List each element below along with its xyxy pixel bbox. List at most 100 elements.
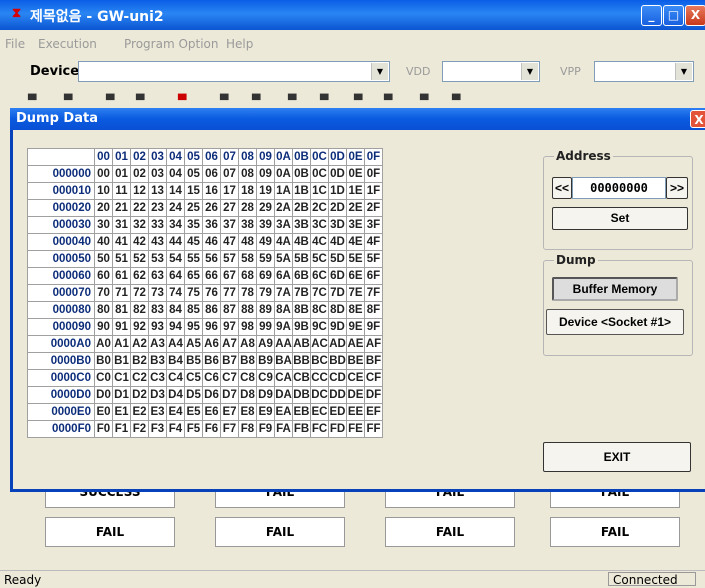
hex-cell[interactable]: D8 <box>238 386 257 404</box>
hex-cell[interactable]: 46 <box>202 233 221 251</box>
hex-cell[interactable]: BE <box>346 352 365 370</box>
hex-cell[interactable]: DB <box>292 386 311 404</box>
hex-cell[interactable]: 21 <box>112 199 131 217</box>
hex-cell[interactable]: 1C <box>310 182 329 200</box>
hex-cell[interactable]: 4A <box>274 233 293 251</box>
hex-cell[interactable]: A4 <box>166 335 185 353</box>
hex-cell[interactable]: EE <box>346 403 365 421</box>
hex-cell[interactable]: B5 <box>184 352 203 370</box>
hex-cell[interactable]: F6 <box>202 420 221 438</box>
hex-cell[interactable]: CC <box>310 369 329 387</box>
vpp-select[interactable]: ▼ <box>594 61 694 82</box>
hex-cell[interactable]: 6D <box>328 267 347 285</box>
hex-cell[interactable]: 3F <box>364 216 383 234</box>
hex-cell[interactable]: 2F <box>364 199 383 217</box>
hex-cell[interactable]: 6A <box>274 267 293 285</box>
hex-cell[interactable]: 20 <box>94 199 113 217</box>
hex-cell[interactable]: EC <box>310 403 329 421</box>
hex-cell[interactable]: A9 <box>256 335 275 353</box>
hex-cell[interactable]: 35 <box>184 216 203 234</box>
hex-cell[interactable]: 74 <box>166 284 185 302</box>
hex-cell[interactable]: 7B <box>292 284 311 302</box>
hex-cell[interactable]: BF <box>364 352 383 370</box>
hex-cell[interactable]: C5 <box>184 369 203 387</box>
hex-cell[interactable]: 4E <box>346 233 365 251</box>
maximize-button[interactable]: □ <box>663 5 684 26</box>
hex-cell[interactable]: 9A <box>274 318 293 336</box>
hex-cell[interactable]: 32 <box>130 216 149 234</box>
hex-cell[interactable]: BC <box>310 352 329 370</box>
hex-cell[interactable]: 00 <box>94 165 113 183</box>
hex-cell[interactable]: E0 <box>94 403 113 421</box>
hex-cell[interactable]: 70 <box>94 284 113 302</box>
hex-cell[interactable]: 3E <box>346 216 365 234</box>
hex-cell[interactable]: 23 <box>148 199 167 217</box>
hex-cell[interactable]: 39 <box>256 216 275 234</box>
hex-cell[interactable]: 3B <box>292 216 311 234</box>
toolbar-read-icon[interactable]: ▀ <box>136 94 144 107</box>
hex-cell[interactable]: A2 <box>130 335 149 353</box>
hex-cell[interactable]: CA <box>274 369 293 387</box>
hex-cell[interactable]: F1 <box>112 420 131 438</box>
hex-cell[interactable]: AE <box>346 335 365 353</box>
hex-cell[interactable]: 60 <box>94 267 113 285</box>
hex-cell[interactable]: C0 <box>94 369 113 387</box>
hex-cell[interactable]: 36 <box>202 216 221 234</box>
hex-cell[interactable]: FB <box>292 420 311 438</box>
menu-file[interactable]: File <box>5 37 25 51</box>
hex-cell[interactable]: D7 <box>220 386 239 404</box>
hex-cell[interactable]: 1E <box>346 182 365 200</box>
hex-cell[interactable]: D1 <box>112 386 131 404</box>
hex-cell[interactable]: 09 <box>256 165 275 183</box>
hex-cell[interactable]: 04 <box>166 165 185 183</box>
hex-cell[interactable]: 25 <box>184 199 203 217</box>
hex-cell[interactable]: E4 <box>166 403 185 421</box>
hex-cell[interactable]: CB <box>292 369 311 387</box>
hex-cell[interactable]: 12 <box>130 182 149 200</box>
hex-cell[interactable]: 6F <box>364 267 383 285</box>
hex-cell[interactable]: 7C <box>310 284 329 302</box>
menu-help[interactable]: Help <box>226 37 253 51</box>
hex-cell[interactable]: 37 <box>220 216 239 234</box>
hex-cell[interactable]: 97 <box>220 318 239 336</box>
hex-cell[interactable]: E8 <box>238 403 257 421</box>
hex-cell[interactable]: 4C <box>310 233 329 251</box>
hex-cell[interactable]: 4D <box>328 233 347 251</box>
hex-cell[interactable]: D3 <box>148 386 167 404</box>
hex-cell[interactable]: E9 <box>256 403 275 421</box>
hex-cell[interactable]: 69 <box>256 267 275 285</box>
hex-cell[interactable]: 6B <box>292 267 311 285</box>
hex-cell[interactable]: 59 <box>256 250 275 268</box>
hex-cell[interactable]: C9 <box>256 369 275 387</box>
hex-cell[interactable]: 99 <box>256 318 275 336</box>
hex-cell[interactable]: 87 <box>220 301 239 319</box>
toolbar-save-icon[interactable]: ▀ <box>106 94 114 107</box>
hex-cell[interactable]: 86 <box>202 301 221 319</box>
hex-cell[interactable]: 81 <box>112 301 131 319</box>
hex-cell[interactable]: 0A <box>274 165 293 183</box>
hex-cell[interactable]: 38 <box>238 216 257 234</box>
hex-cell[interactable]: 41 <box>112 233 131 251</box>
main-title-bar[interactable]: ⧗ 제목없음 - GW-uni2 _ □ X <box>0 0 705 30</box>
hex-cell[interactable]: 19 <box>256 182 275 200</box>
hex-cell[interactable]: 16 <box>202 182 221 200</box>
hex-cell[interactable]: CD <box>328 369 347 387</box>
hex-cell[interactable]: 64 <box>166 267 185 285</box>
hex-cell[interactable]: C6 <box>202 369 221 387</box>
hex-cell[interactable]: 73 <box>148 284 167 302</box>
hex-cell[interactable]: D9 <box>256 386 275 404</box>
hex-cell[interactable]: 9D <box>328 318 347 336</box>
hex-cell[interactable]: 3C <box>310 216 329 234</box>
hex-cell[interactable]: DD <box>328 386 347 404</box>
hex-cell[interactable]: 83 <box>148 301 167 319</box>
hex-cell[interactable]: 5E <box>346 250 365 268</box>
hex-cell[interactable]: A7 <box>220 335 239 353</box>
hex-cell[interactable]: 31 <box>112 216 131 234</box>
toolbar-copy-icon[interactable]: ▀ <box>320 94 328 107</box>
hex-cell[interactable]: 66 <box>202 267 221 285</box>
hex-cell[interactable]: 8A <box>274 301 293 319</box>
hex-cell[interactable]: 5D <box>328 250 347 268</box>
hex-cell[interactable]: 57 <box>220 250 239 268</box>
hex-cell[interactable]: 24 <box>166 199 185 217</box>
hex-cell[interactable]: D6 <box>202 386 221 404</box>
